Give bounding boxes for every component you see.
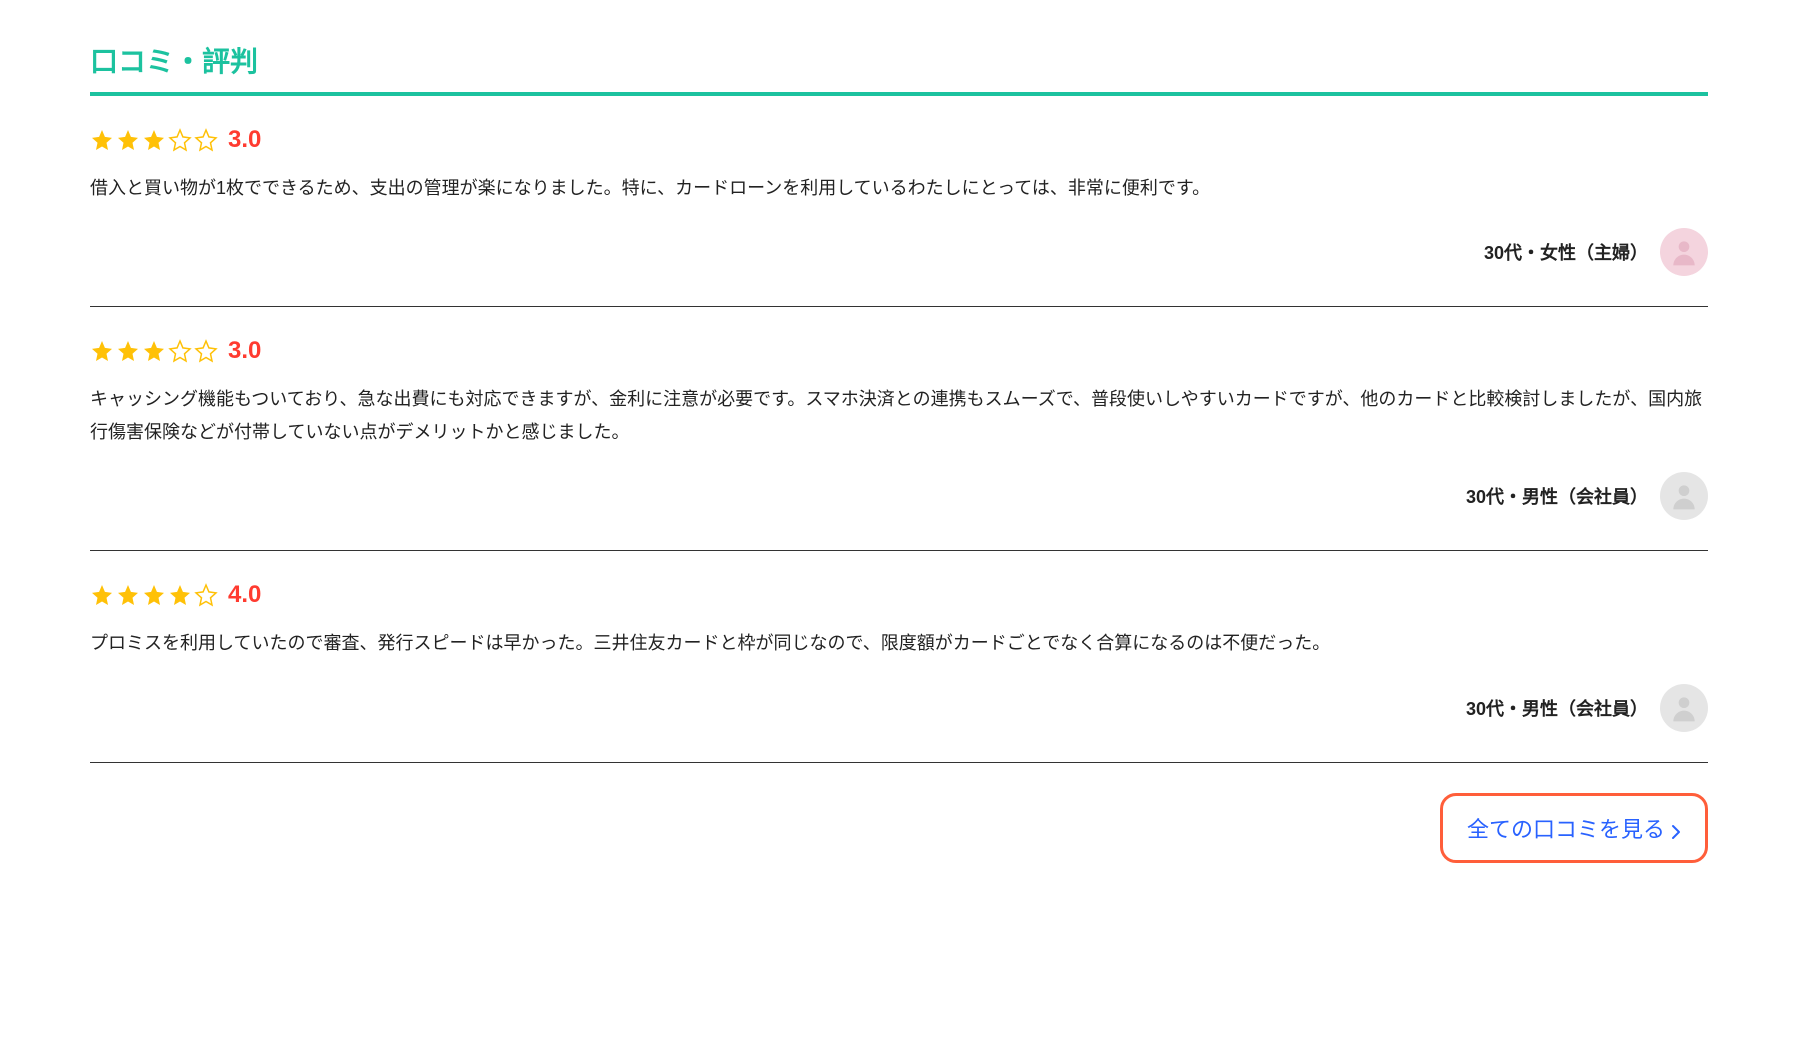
rating-value: 3.0 (228, 337, 261, 365)
footer-row: 全ての口コミを見る (90, 793, 1708, 863)
star-empty-icon (194, 339, 218, 363)
rating-value: 3.0 (228, 126, 261, 154)
star-rating (90, 583, 218, 607)
avatar (1660, 228, 1708, 276)
reviewer-row: 30代・男性（会社員） (90, 684, 1708, 732)
star-filled-icon (142, 128, 166, 152)
star-filled-icon (142, 583, 166, 607)
rating-row: 4.0 (90, 581, 1708, 609)
reviewer-info: 30代・男性（会社員） (1466, 483, 1648, 509)
star-filled-icon (116, 583, 140, 607)
star-rating (90, 339, 218, 363)
star-empty-icon (194, 583, 218, 607)
reviewer-row: 30代・女性（主婦） (90, 228, 1708, 276)
star-filled-icon (90, 128, 114, 152)
star-rating (90, 128, 218, 152)
rating-row: 3.0 (90, 126, 1708, 154)
review-item: 3.0 借入と買い物が1枚でできるため、支出の管理が楽になりました。特に、カードロ… (90, 126, 1708, 307)
star-filled-icon (142, 339, 166, 363)
star-filled-icon (168, 583, 192, 607)
avatar (1660, 472, 1708, 520)
star-empty-icon (194, 128, 218, 152)
avatar (1660, 684, 1708, 732)
review-text: プロミスを利用していたので審査、発行スピードは早かった。三井住友カードと枠が同じ… (90, 627, 1708, 659)
star-filled-icon (90, 583, 114, 607)
review-item: 4.0 プロミスを利用していたので審査、発行スピードは早かった。三井住友カードと枠… (90, 581, 1708, 762)
rating-row: 3.0 (90, 337, 1708, 365)
review-item: 3.0 キャッシング機能もついており、急な出費にも対応できますが、金利に注意が必要… (90, 337, 1708, 551)
star-empty-icon (168, 339, 192, 363)
star-filled-icon (116, 128, 140, 152)
chevron-right-icon (1671, 820, 1681, 836)
see-all-reviews-button[interactable]: 全ての口コミを見る (1440, 793, 1708, 863)
star-filled-icon (116, 339, 140, 363)
review-text: 借入と買い物が1枚でできるため、支出の管理が楽になりました。特に、カードローンを… (90, 172, 1708, 204)
reviewer-row: 30代・男性（会社員） (90, 472, 1708, 520)
reviewer-info: 30代・女性（主婦） (1484, 239, 1648, 265)
rating-value: 4.0 (228, 581, 261, 609)
section-title: 口コミ・評判 (90, 40, 1708, 96)
review-text: キャッシング機能もついており、急な出費にも対応できますが、金利に注意が必要です。… (90, 383, 1708, 448)
star-empty-icon (168, 128, 192, 152)
star-filled-icon (90, 339, 114, 363)
see-all-label: 全ての口コミを見る (1467, 812, 1665, 844)
reviewer-info: 30代・男性（会社員） (1466, 695, 1648, 721)
